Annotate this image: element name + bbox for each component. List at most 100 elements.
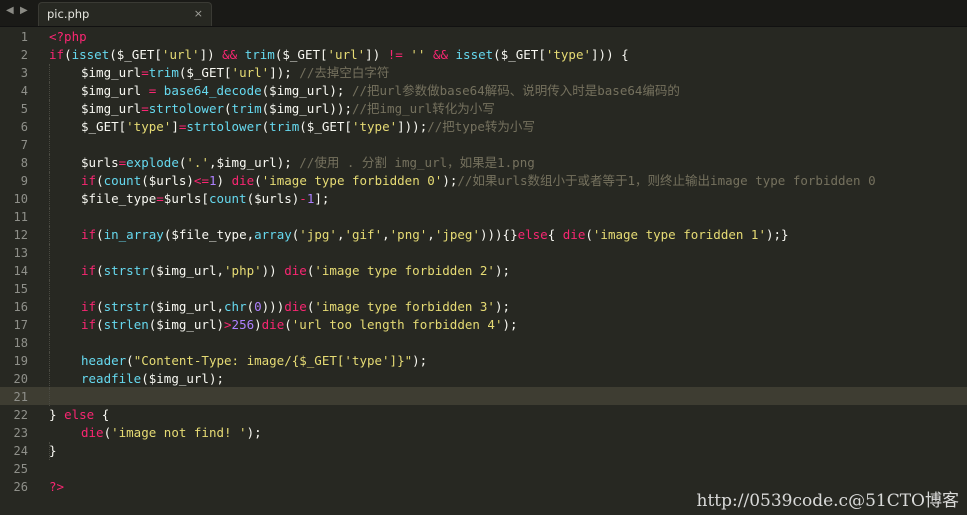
code-token: ( [246,299,255,314]
code-token: ( [126,353,134,368]
code-token: ( [96,263,104,278]
code-token: 1 [208,173,217,188]
code-token: = [141,65,149,80]
code-token: ($_GET[ [109,47,162,62]
code-token: ($_GET[ [493,47,546,62]
code-token: != [387,47,403,62]
code-token: chr [224,299,247,314]
code-token: ] [171,119,179,134]
indent-guide [49,172,50,190]
code-token: <= [193,173,209,188]
code-token: ( [64,47,72,62]
code-token: strstr [103,299,149,314]
code-token: ($img_url); [261,83,352,98]
code-token: "Content-Type: image/{$_GET['type']}" [133,353,413,368]
code-token: die [284,299,307,314]
code-token: , [382,227,390,242]
nav-right-icon[interactable]: ▶ [20,5,28,16]
code-line-5: $img_url=strtolower(trim($img_url));//把i… [81,100,495,118]
indent-guide [49,334,50,352]
code-token: array [254,227,292,242]
indent-guide [49,226,50,244]
code-comment: //把type转为小写 [427,119,535,134]
code-token: 'png' [389,227,428,242]
code-line-19: header("Content-Type: image/{$_GET['type… [81,352,427,370]
code-token: 'url' [161,47,200,62]
code-token: in_array [103,227,164,242]
code-token: ($img_url)); [261,101,352,116]
code-token: ( [96,299,104,314]
code-token: ); [246,425,262,440]
indent-guide [49,82,50,100]
code-token: $img_url [81,83,149,98]
indent-guide [49,388,50,406]
code-token: strstr [103,263,149,278]
code-token: ($img_url, [148,263,225,278]
code-token: strlen [103,317,149,332]
code-token: )) [261,263,285,278]
code-line-1: <?php [49,28,87,46]
code-line-17: if(strlen($img_url)>256)die('url too len… [81,316,518,334]
code-token: 'image type forbidden 2' [314,263,495,278]
indent-guide [49,190,50,208]
code-token: ( [103,425,112,440]
code-token: if [49,47,65,62]
code-token: 'jpg' [299,227,337,242]
code-token: ])); [397,119,428,134]
code-token: { [94,407,110,422]
code-token: if [81,299,97,314]
code-token: base64_decode [163,83,262,98]
code-line-9: if(count($urls)<=1) die('image type forb… [81,172,876,190]
code-token: ( [284,317,292,332]
code-comment: //把url参数做base64解码、说明传入时是base64编码的 [351,83,680,98]
code-token: ) [254,317,262,332]
code-token: - [299,191,307,206]
code-token: } [49,443,57,458]
code-token: ($file_type, [163,227,255,242]
code-token: explode [126,155,179,170]
code-token: ($_GET[ [299,119,352,134]
code-token: trim [148,65,179,80]
code-token: strtolower [148,101,225,116]
code-token: ( [96,173,104,188]
code-token: ($urls) [246,191,300,206]
indent-guide [49,100,50,118]
code-comment: //去掉空白字符 [299,65,390,80]
indent-guide [49,244,50,262]
code-token: else [64,407,95,422]
code-token: = [156,191,164,206]
code-token: $img_url [81,101,142,116]
code-token: ( [96,317,104,332]
indent-guide [49,262,50,280]
code-line-14: if(strstr($img_url,'php')) die('image ty… [81,262,510,280]
code-token: ); [412,353,428,368]
close-icon[interactable]: × [194,7,203,20]
code-token: ,$img_url); [208,155,300,170]
code-token: die [284,263,307,278]
indent-guide [49,64,50,82]
code-editor[interactable]: <?php if(isset($_GET['url']) && trim($_G… [0,27,967,515]
code-token: <?php [49,29,87,44]
nav-left-icon[interactable]: ◀ [6,5,14,16]
code-token: die [261,317,285,332]
code-token: isset [455,47,494,62]
code-token: strtolower [186,119,262,134]
indent-guide [49,298,50,316]
code-line-8: $urls=explode('.',$img_url); //使用 . 分割 i… [81,154,535,172]
tab-pic-php[interactable]: pic.php × [38,2,212,26]
code-token: '' [410,47,426,62]
code-token: 'image type forbidden 0' [261,173,443,188]
code-token: );} [765,227,789,242]
code-token: ( [254,173,262,188]
code-token: 'gif' [344,227,383,242]
code-token: else [517,227,548,242]
code-comment: //把img_url转化为小写 [351,101,495,116]
code-token: $img_url [81,65,142,80]
code-token: $_GET[ [81,119,127,134]
code-token: $urls[ [163,191,209,206]
code-token: , [427,227,435,242]
code-token: die [81,425,104,440]
